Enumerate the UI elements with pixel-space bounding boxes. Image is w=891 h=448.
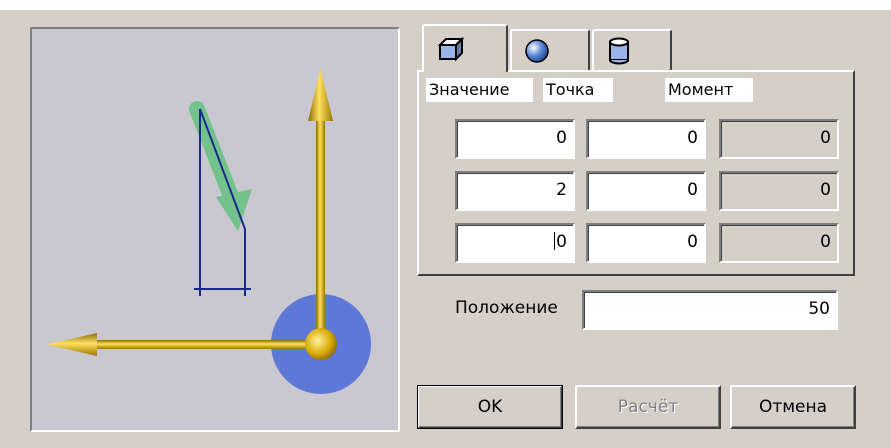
tab-sphere[interactable] — [510, 29, 590, 71]
column-header-value: Значение — [426, 78, 533, 102]
point-field-1[interactable]: 0 — [586, 119, 706, 159]
moment-field-3: 0 — [719, 223, 839, 263]
point-field-2[interactable]: 0 — [586, 171, 706, 211]
position-label: Положение — [455, 298, 558, 318]
cube-icon — [437, 36, 465, 62]
moment-field-1: 0 — [719, 119, 839, 159]
origin-point — [305, 328, 337, 360]
3d-viewport[interactable] — [30, 27, 400, 432]
value-field-3[interactable]: 0 — [455, 223, 575, 263]
value-field-1[interactable]: 0 — [455, 119, 575, 159]
value-field-3-text: 0 — [556, 232, 567, 252]
column-header-moment: Момент — [665, 78, 753, 102]
cylinder-icon — [609, 37, 629, 65]
sphere-icon — [525, 39, 549, 63]
ok-button[interactable]: OK — [417, 385, 563, 429]
window-top-border — [0, 0, 891, 10]
calculate-button[interactable]: Расчёт — [575, 385, 721, 429]
column-header-point: Точка — [543, 78, 613, 102]
position-field[interactable]: 50 — [582, 290, 838, 330]
tab-cube[interactable] — [422, 24, 508, 72]
tab-cylinder[interactable] — [592, 29, 672, 71]
point-field-3[interactable]: 0 — [586, 223, 706, 263]
moment-field-2: 0 — [719, 171, 839, 211]
force-arrow — [189, 101, 252, 231]
scene-graphic — [47, 69, 371, 394]
value-field-2[interactable]: 2 — [455, 171, 575, 211]
cancel-button[interactable]: Отмена — [730, 385, 856, 429]
